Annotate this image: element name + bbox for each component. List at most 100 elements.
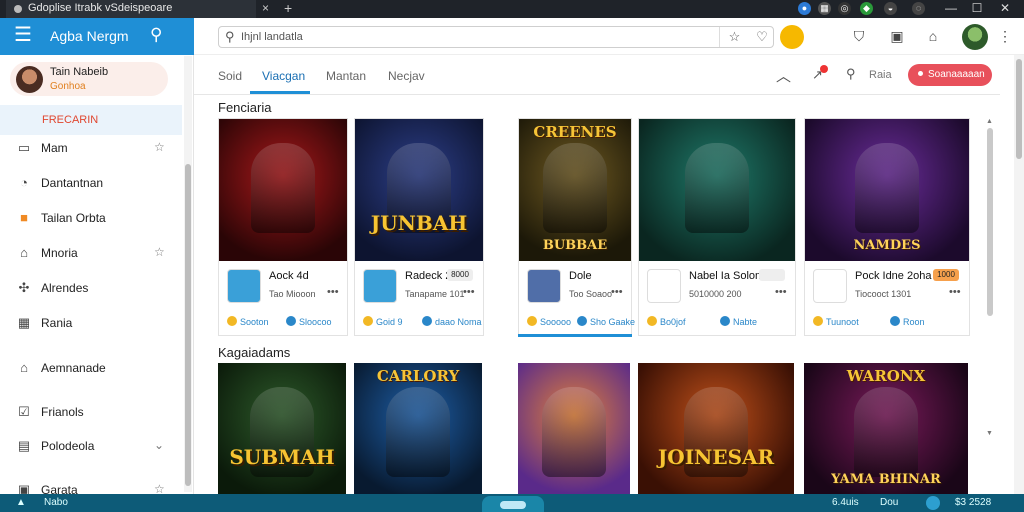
content-scrollbar[interactable]: ▲ ▼ [986,118,994,494]
game-card[interactable]: JOINESAR [638,363,796,495]
game-title[interactable]: Nabel Ia Solom [689,270,764,282]
sidebar-item-8[interactable]: ▤ Polodeola ⌄ [0,436,182,458]
heart-icon[interactable]: ♡ [749,27,775,47]
tab-1[interactable]: Viacgan [262,69,305,83]
extension-shield-icon[interactable]: ◒ [884,2,897,15]
tab-0[interactable]: Soid [218,69,242,83]
home-icon[interactable]: ⌂ [924,27,942,45]
game-card[interactable]: NAMDES Pock Idne 2oha Tiocooct 1301 1000 •••… [804,118,970,336]
game-card[interactable]: SUBMAH [218,363,348,495]
chevron-down-icon[interactable]: ⌄ [154,438,164,452]
game-cover-art[interactable]: NAMDES [805,119,969,261]
game-card[interactable]: JUNBAH Radeck 2oah Tanapame 101 8000 ••• Goid… [354,118,484,336]
chevron-up-icon[interactable]: ︿ [776,65,791,86]
sidebar-item-2[interactable]: ■ Tailan Orbta [0,208,182,230]
game-title[interactable]: Aock 4d [269,270,309,282]
more-vertical-icon[interactable]: ⋮ [996,27,1014,45]
start-icon[interactable]: ▲ [16,497,26,508]
taskbar-label[interactable]: Nabo [44,497,68,508]
window-minimize-button[interactable]: — [940,0,962,18]
page-scrollbar[interactable] [1014,55,1024,495]
card-action-2[interactable]: Sho Gaake [577,316,635,327]
card-action-1[interactable]: Goid 9 [363,316,403,327]
search-input[interactable]: Ihjnl landatla [241,31,303,43]
more-options-icon[interactable]: ••• [463,286,475,298]
window-maximize-button[interactable]: ☐ [966,0,988,18]
extension-green-icon[interactable]: ◆ [860,2,873,15]
new-tab-icon[interactable]: + [284,0,292,16]
shield-icon[interactable]: ⛉ [850,27,868,45]
search-icon[interactable]: ⚲ [150,25,162,45]
game-cover-art[interactable]: WARONX YAMA BHINAR [804,363,968,495]
sidebar-item-5[interactable]: ▦ Rania [0,313,182,335]
right-label[interactable]: Raia [869,69,892,81]
tab-close-icon[interactable]: × [262,1,269,15]
game-thumbnail[interactable] [363,269,397,303]
game-cover-art[interactable]: JOINESAR [638,363,794,495]
extension-chat-icon[interactable]: ◌ [912,2,925,15]
game-cover-art[interactable] [518,363,630,495]
game-thumbnail[interactable] [813,269,847,303]
game-title[interactable]: Pock Idne 2oha [855,270,931,282]
sidebar-item-0[interactable]: ▭ Mam ☆ [0,138,182,160]
sidebar-item-3[interactable]: ⌂ Mnoria ☆ [0,243,182,265]
hamburger-menu-icon[interactable]: ☰ [14,25,32,45]
avatar[interactable] [962,24,988,50]
sidebar-scrollbar-thumb[interactable] [185,164,191,486]
sidebar-item-4[interactable]: ✣ Alrendes [0,278,182,300]
sidebar-item-1[interactable]: ◔ Dantantnan [0,173,182,195]
taskbar-app-icon[interactable] [926,496,940,510]
extension-grid-icon[interactable]: ▦ [818,2,831,15]
browser-tab[interactable]: Gdoplise Itrabk vSdeispeoare [6,0,256,18]
game-thumbnail[interactable] [647,269,681,303]
game-cover-art[interactable]: JUNBAH [355,119,483,261]
game-cover-art[interactable]: CREENES BUBBAE [519,119,631,261]
tab-3[interactable]: Necjav [388,69,425,83]
scroll-down-icon[interactable]: ▼ [986,430,993,437]
game-card[interactable]: CARLORY [354,363,484,495]
game-cover-art[interactable] [219,119,347,261]
game-card[interactable]: CREENES BUBBAE Dole 1J Too Soaoo ••• Sooooo Sh… [518,118,635,336]
card-action-2[interactable]: Sloocoo [286,316,332,327]
card-action-2[interactable]: Roon [890,316,925,327]
scroll-up-icon[interactable]: ▲ [986,118,993,125]
card-action-1[interactable]: Bo0jof [647,316,686,327]
card-action-2[interactable]: daao Noma [422,316,482,327]
card-action-1[interactable]: Tuunoot [813,316,859,327]
card-action-1[interactable]: Sooton [227,316,269,327]
sidebar-item-7[interactable]: ☑ Frianols [0,402,182,424]
game-cover-art[interactable] [639,119,795,261]
user-profile-card[interactable]: Tain Nabeib Gonhoa [10,62,168,96]
sidebar-item-6[interactable]: ⌂ Aemnanade [0,358,182,380]
sidebar-item-active[interactable]: FRECARIN [0,105,182,135]
more-options-icon[interactable]: ••• [611,286,623,298]
game-thumbnail[interactable] [227,269,261,303]
more-options-icon[interactable]: ••• [327,286,339,298]
game-thumbnail[interactable] [527,269,561,303]
bookmark-icon[interactable]: ☆ [719,27,749,47]
star-icon[interactable]: ☆ [154,140,165,154]
game-card[interactable] [518,363,632,495]
star-icon[interactable]: ☆ [154,245,165,259]
notification-dot-button[interactable] [780,25,804,49]
tab-2[interactable]: Mantan [326,69,366,83]
content-scrollbar-thumb[interactable] [987,128,993,316]
game-cover-art[interactable]: SUBMAH [218,363,346,495]
game-cover-art[interactable]: CARLORY [354,363,482,495]
search-bar[interactable]: ⚲ Ihjnl landatla ☆ ♡ [218,26,774,48]
more-options-icon[interactable]: ••• [775,286,787,298]
folder-icon[interactable]: ▣ [888,27,906,45]
extension-blue-icon[interactable]: ● [798,2,811,15]
microphone-icon[interactable]: ⚲ [846,66,856,82]
game-card[interactable]: Aock 4d Tao Miooon ••• Sooton Sloocoo [218,118,348,336]
extension-circle-icon[interactable]: ◎ [838,2,851,15]
card-action-2[interactable]: Nabte [720,316,757,327]
page-scrollbar-thumb[interactable] [1016,59,1022,159]
game-card[interactable]: Nabel Ia Solom 5010000 200 ••• Bo0jof Nabte [638,118,796,336]
more-options-icon[interactable]: ••• [949,286,961,298]
window-close-button[interactable]: ✕ [994,0,1016,18]
primary-action-button[interactable]: Soanaaaaan [908,64,992,86]
taskbar-app-button[interactable] [482,496,544,512]
sidebar-scrollbar[interactable] [184,56,192,492]
card-action-1[interactable]: Sooooo [527,316,571,327]
